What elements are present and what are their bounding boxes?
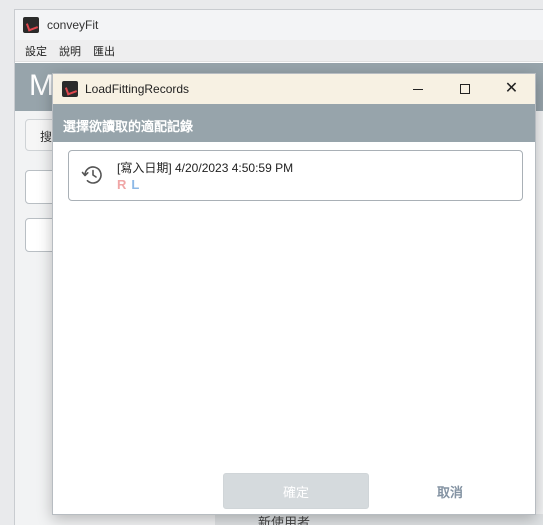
maximize-button[interactable] xyxy=(441,74,488,104)
close-button[interactable]: ✕ xyxy=(488,74,535,104)
main-titlebar: conveyFit xyxy=(15,10,543,40)
minimize-icon xyxy=(412,88,423,90)
window-controls: ✕ xyxy=(394,74,535,104)
dialog-heading: 選擇欲讀取的適配記錄 xyxy=(63,119,194,134)
menu-export[interactable]: 匯出 xyxy=(93,43,115,59)
right-ear-label: R xyxy=(117,177,127,192)
record-sides: RL xyxy=(117,177,139,192)
history-icon xyxy=(81,166,102,184)
main-window-title: conveyFit xyxy=(47,18,99,32)
left-ear-label: L xyxy=(131,177,140,192)
load-fitting-records-dialog: LoadFittingRecords ✕ 選擇欲讀取的適配記錄 [寫入日期] 4… xyxy=(52,73,536,515)
close-icon: ✕ xyxy=(504,80,519,97)
app-logo-icon xyxy=(62,81,78,97)
confirm-button[interactable]: 確定 xyxy=(223,473,369,509)
record-date: [寫入日期] 4/20/2023 4:50:59 PM xyxy=(117,161,294,175)
menu-settings[interactable]: 設定 xyxy=(25,43,47,59)
dialog-header: 選擇欲讀取的適配記錄 xyxy=(53,104,535,142)
main-header-title: M xyxy=(29,69,54,102)
main-menubar: 設定 說明 匯出 xyxy=(15,40,543,62)
maximize-icon xyxy=(459,84,470,94)
app-logo-icon xyxy=(23,17,39,33)
dialog-body: [寫入日期] 4/20/2023 4:50:59 PM RL 確定 取消 xyxy=(53,142,535,514)
fitting-record-item[interactable]: [寫入日期] 4/20/2023 4:50:59 PM RL xyxy=(68,150,523,201)
dialog-title: LoadFittingRecords xyxy=(85,82,190,96)
cancel-button[interactable]: 取消 xyxy=(417,473,483,509)
dialog-titlebar: LoadFittingRecords ✕ xyxy=(53,74,535,104)
minimize-button[interactable] xyxy=(394,74,441,104)
menu-help[interactable]: 說明 xyxy=(59,43,81,59)
